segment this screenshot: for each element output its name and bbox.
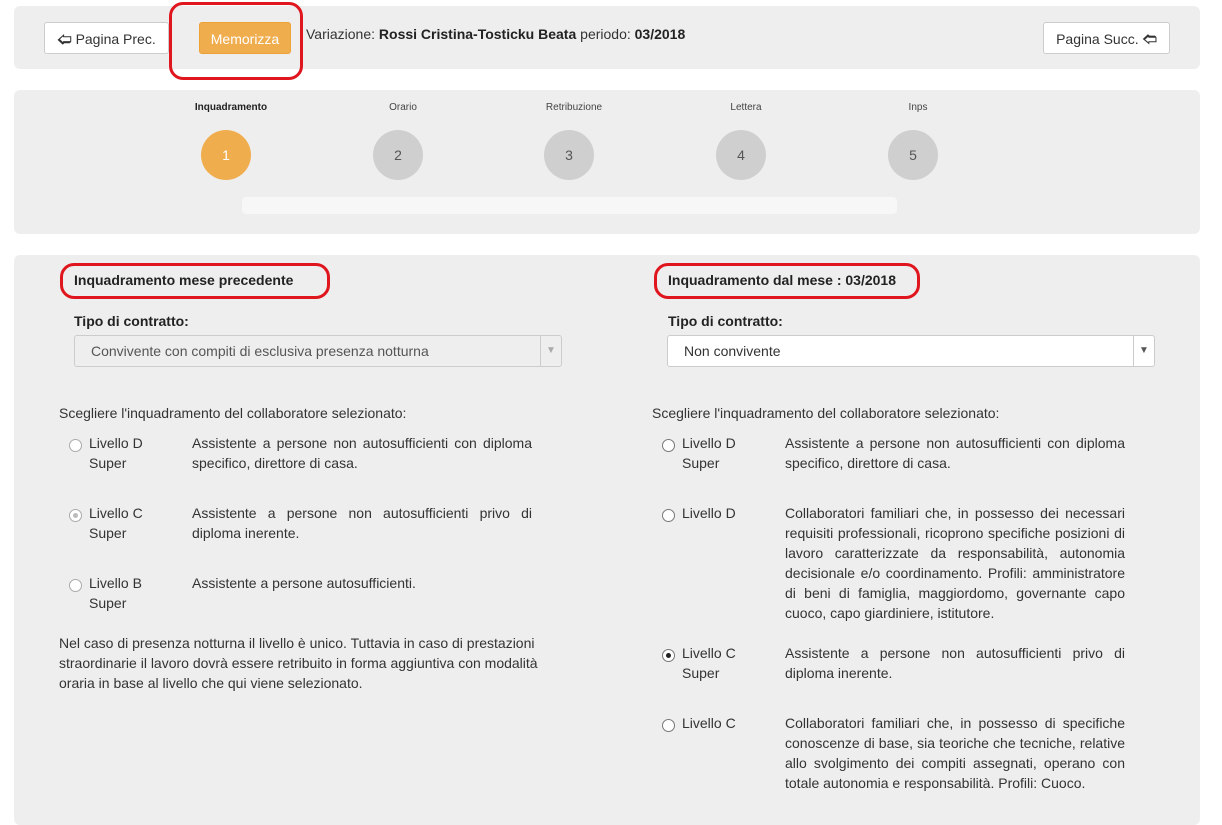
right-radio-c-super[interactable] [662, 649, 675, 662]
left-level-d-super: Livello D Super [89, 435, 143, 471]
step-label-inquadramento: Inquadramento [194, 102, 268, 113]
right-radio-d-super[interactable] [662, 439, 675, 452]
save-button[interactable]: Memorizza [199, 22, 291, 54]
chevron-down-icon: ▼ [1133, 336, 1154, 366]
step-3-circle[interactable]: 3 [544, 130, 594, 180]
right-desc-d: Collaboratori familiari che, in possesso… [785, 505, 1125, 621]
arrow-left-icon: 🢠 [57, 31, 72, 47]
left-radio-d-super [69, 439, 82, 452]
left-level-c-super: Livello C Super [89, 505, 143, 541]
arrow-right-icon: 🢢 [1142, 31, 1157, 47]
period-prefix: periodo: [576, 26, 635, 42]
period-value: 03/2018 [634, 26, 686, 42]
step-1-circle[interactable]: 1 [201, 130, 251, 180]
left-desc-b-super: Assistente a persone autosufficienti. [192, 575, 416, 591]
step-label-retribuzione: Retribuzione [545, 102, 603, 113]
left-radio-c-super [69, 509, 82, 522]
right-level-d-super[interactable]: Livello D Super [682, 433, 772, 473]
left-level-b-super: Livello B Super [89, 575, 142, 611]
wizard-progress-bar [242, 197, 897, 214]
prev-page-button[interactable]: 🢠 Pagina Prec. [44, 22, 169, 54]
left-desc-d-super: Assistente a persone non autosufficienti… [192, 435, 532, 471]
step-5-circle[interactable]: 5 [888, 130, 938, 180]
right-desc-c-super: Assistente a persone non autosufficienti… [785, 645, 1125, 681]
prev-page-label: Pagina Prec. [75, 31, 156, 47]
right-desc-c: Collaboratori familiari che, in possesso… [785, 715, 1125, 791]
employee-name: Rossi Cristina-Tosticku Beata [378, 26, 577, 42]
next-page-label: Pagina Succ. [1056, 31, 1139, 47]
variation-prefix: Variazione: [306, 26, 379, 42]
next-page-button[interactable]: Pagina Succ. 🢢 [1043, 22, 1170, 54]
right-level-c-super[interactable]: Livello C Super [682, 643, 772, 683]
right-section-title: Inquadramento dal mese : 03/2018 [668, 272, 896, 288]
right-contract-value: Non convivente [684, 343, 781, 359]
step-label-orario: Orario [389, 102, 417, 113]
chevron-down-icon: ▼ [540, 336, 561, 366]
left-contract-label: Tipo di contratto: [74, 313, 189, 329]
right-radio-d[interactable] [662, 509, 675, 522]
right-contract-select[interactable]: Non convivente ▼ [667, 335, 1155, 367]
step-label-lettera: Lettera [730, 102, 762, 113]
left-instruction: Scegliere l'inquadramento del collaborat… [59, 405, 407, 421]
right-desc-d-super: Assistente a persone non autosufficienti… [785, 435, 1125, 471]
right-radio-c[interactable] [662, 719, 675, 732]
left-radio-b-super [69, 579, 82, 592]
step-2-circle[interactable]: 2 [373, 130, 423, 180]
right-instruction: Scegliere l'inquadramento del collaborat… [652, 405, 1000, 421]
left-desc-c-super: Assistente a persone non autosufficienti… [192, 505, 532, 541]
step-4-circle[interactable]: 4 [716, 130, 766, 180]
variation-info: Variazione: Rossi Cristina-Tosticku Beat… [306, 26, 685, 42]
right-contract-label: Tipo di contratto: [668, 313, 783, 329]
left-contract-select: Convivente con compiti di esclusiva pres… [74, 335, 562, 367]
step-label-inps: Inps [908, 102, 928, 113]
left-section-title: Inquadramento mese precedente [74, 272, 294, 288]
left-contract-value: Convivente con compiti di esclusiva pres… [91, 343, 429, 359]
night-presence-note: Nel caso di presenza notturna il livello… [59, 635, 538, 691]
right-level-c[interactable]: Livello C [682, 713, 772, 733]
right-level-d[interactable]: Livello D [682, 503, 772, 523]
